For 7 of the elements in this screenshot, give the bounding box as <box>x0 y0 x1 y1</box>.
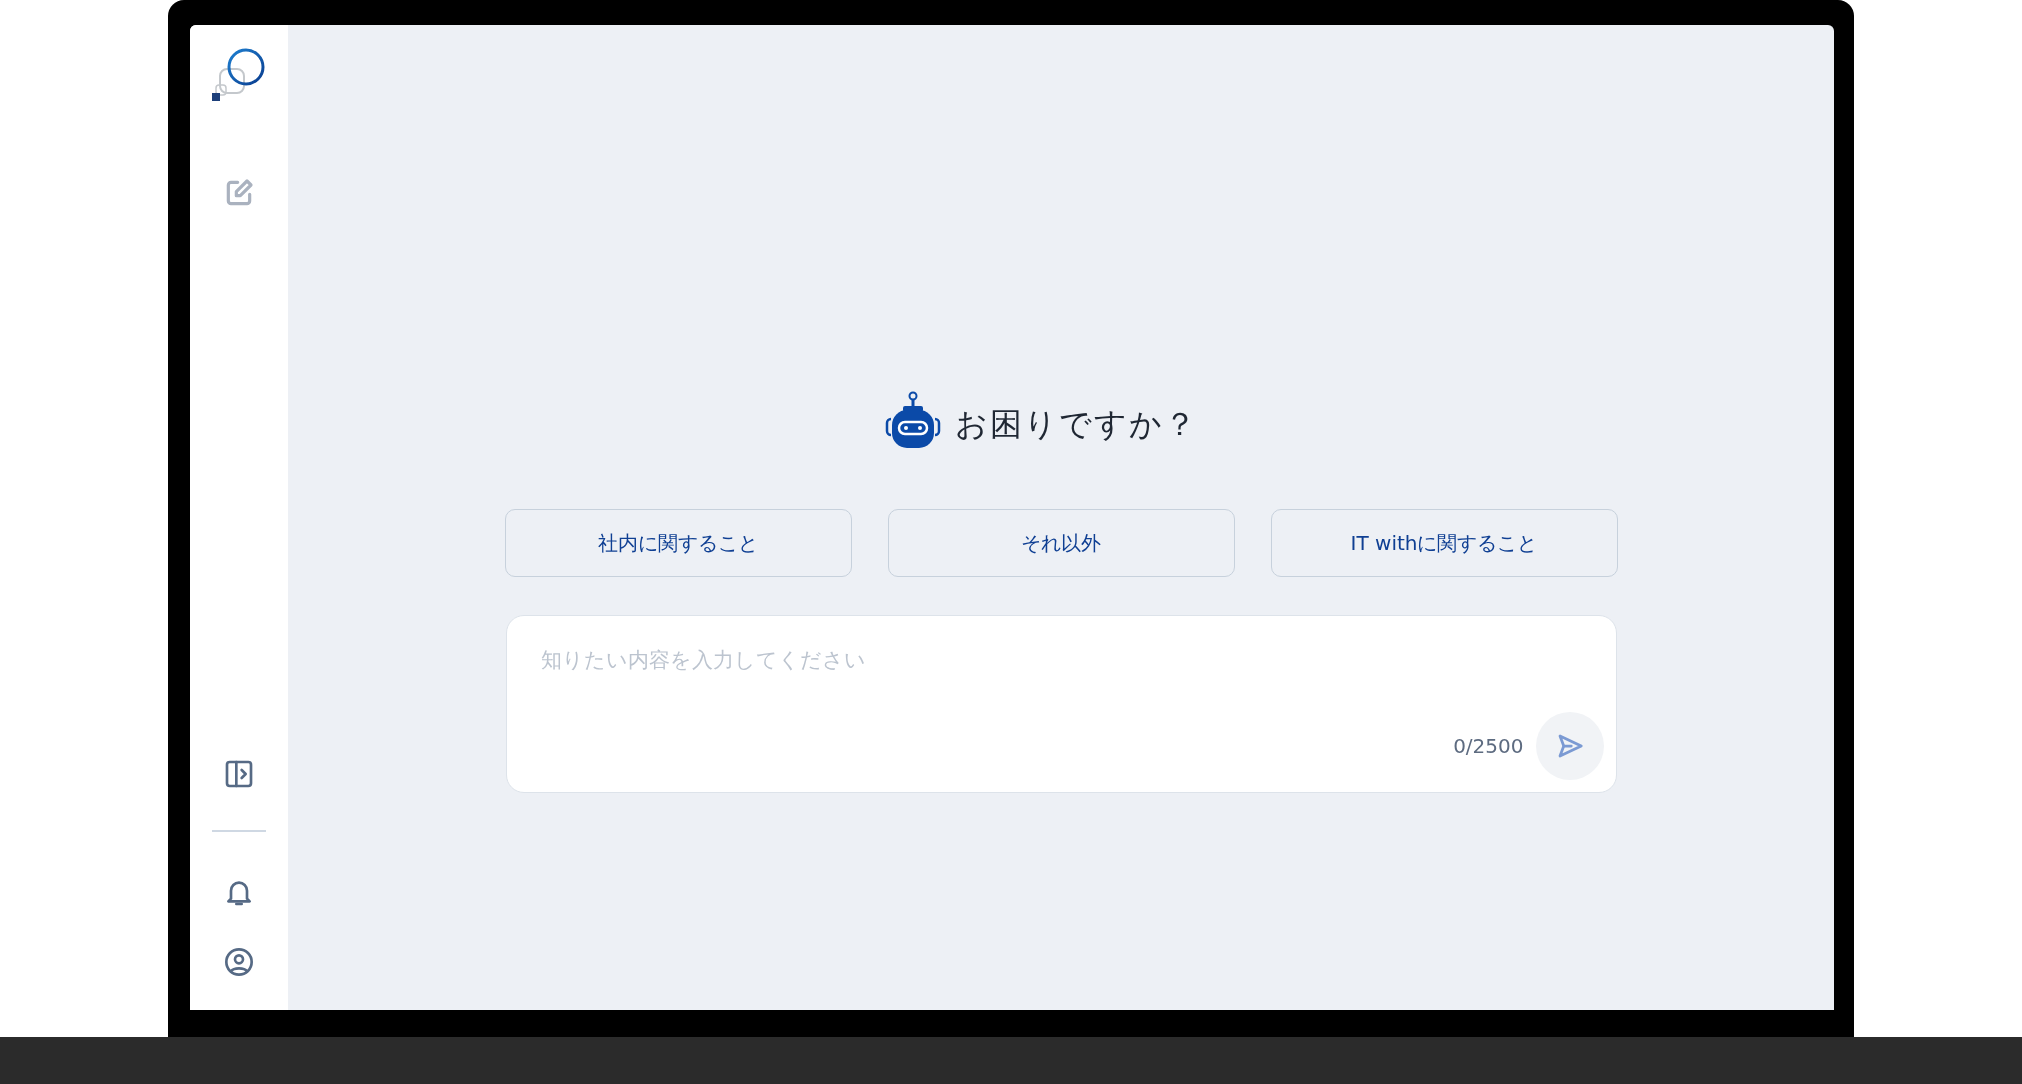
suggestion-button[interactable]: IT withに関すること <box>1270 509 1618 577</box>
suggestion-button[interactable]: 社内に関すること <box>504 509 852 577</box>
suggestion-button[interactable]: それ以外 <box>887 509 1235 577</box>
message-field[interactable]: 知りたい内容を入力してください 0/2500 <box>505 615 1617 793</box>
character-counter: 0/2500 <box>1453 734 1524 758</box>
greeting-title: お困りですか？ <box>954 404 1198 445</box>
robot-icon <box>884 391 941 451</box>
